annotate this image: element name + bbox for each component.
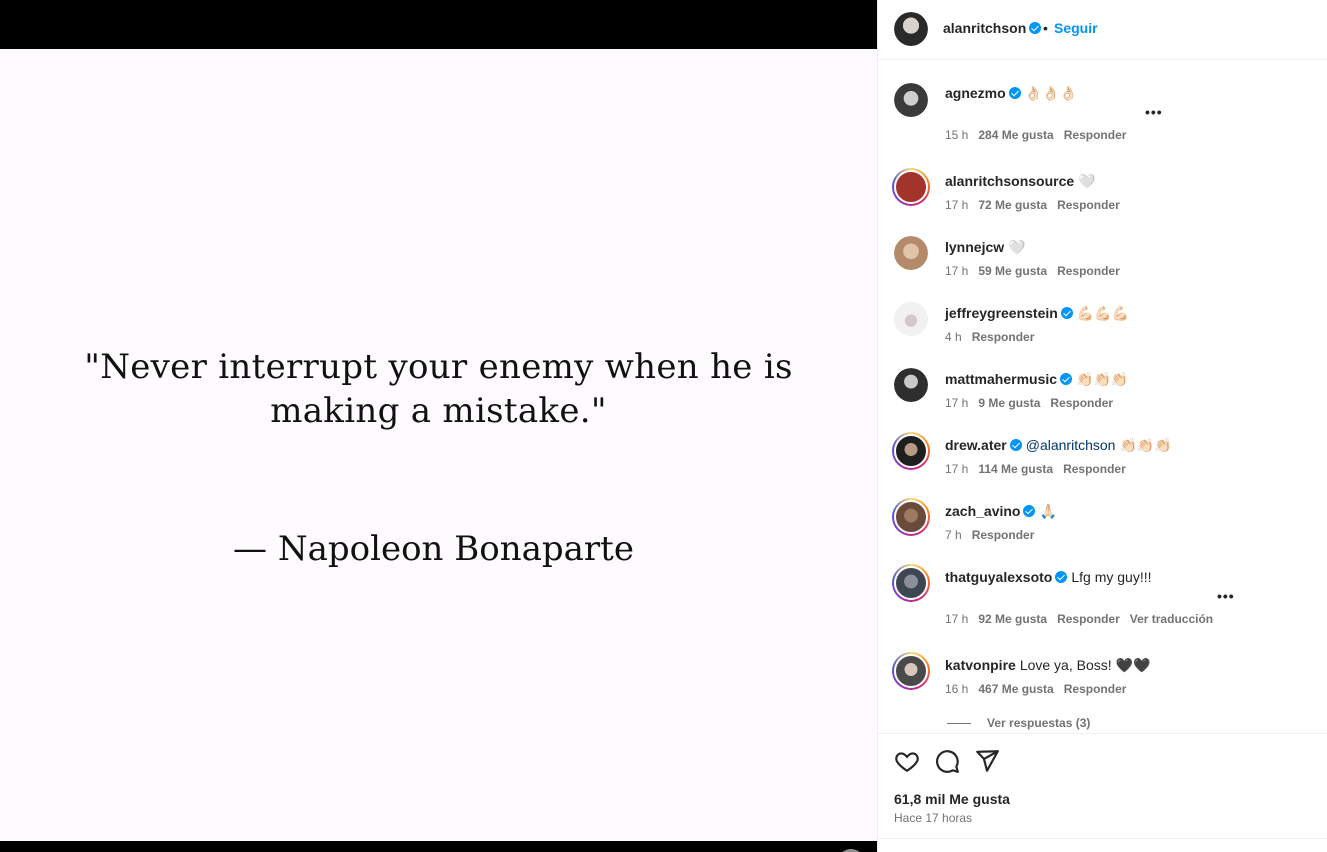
- comment-text: 🤍: [1008, 239, 1026, 255]
- commenter-username[interactable]: jeffreygreenstein: [945, 305, 1058, 321]
- view-replies-label: Ver respuestas (3): [987, 716, 1091, 730]
- commenter-avatar[interactable]: [892, 432, 930, 470]
- verified-badge-icon: [1023, 505, 1036, 517]
- comment-icon[interactable]: [934, 748, 960, 774]
- verified-badge-icon: [1008, 87, 1021, 99]
- commenter-avatar[interactable]: [894, 368, 928, 402]
- comment-likes[interactable]: 467 Me gusta: [978, 682, 1053, 696]
- follow-button[interactable]: Seguir: [1054, 20, 1098, 36]
- comment-time: 16 h: [945, 682, 969, 696]
- comment-mention[interactable]: @alanritchson: [1026, 437, 1116, 453]
- reply-button[interactable]: Responder: [1064, 682, 1127, 696]
- view-replies-button[interactable]: Ver respuestas (3): [947, 716, 1090, 730]
- post-footer: 61,8 mil Me gusta Hace 17 horas: [878, 733, 1327, 852]
- heart-icon[interactable]: [894, 748, 920, 774]
- verified-badge-icon: [1055, 571, 1068, 583]
- comment-time: 17 h: [945, 612, 969, 626]
- commenter-username[interactable]: drew.ater: [945, 437, 1007, 453]
- translate-button[interactable]: Ver traducción: [1130, 612, 1213, 626]
- comment-text: 👏🏻👏🏻👏🏻: [1119, 437, 1172, 453]
- more-options-icon[interactable]: •••: [1217, 588, 1235, 604]
- verified-badge-icon: [1009, 439, 1022, 451]
- reply-button[interactable]: Responder: [1063, 462, 1126, 476]
- share-icon[interactable]: [974, 748, 1000, 774]
- comment-time: 17 h: [945, 198, 969, 212]
- author-avatar[interactable]: [894, 12, 928, 46]
- quote-text: "Never interrupt your enemy when he is m…: [84, 347, 793, 431]
- comment-likes[interactable]: 284 Me gusta: [978, 128, 1053, 142]
- reply-button[interactable]: Responder: [1057, 264, 1120, 278]
- comment-time: 4 h: [945, 330, 962, 344]
- quote-author: — Napoleon Bonaparte: [233, 529, 634, 569]
- comment-likes[interactable]: 59 Me gusta: [978, 264, 1047, 278]
- reply-button[interactable]: Responder: [1057, 198, 1120, 212]
- comment-likes[interactable]: 72 Me gusta: [978, 198, 1047, 212]
- comment-time: 17 h: [945, 396, 969, 410]
- post-image: "Never interrupt your enemy when he is m…: [0, 49, 877, 852]
- reply-button[interactable]: Responder: [972, 528, 1035, 542]
- commenter-avatar[interactable]: [892, 564, 930, 602]
- comment-text: 💪🏻💪🏻💪🏻: [1076, 305, 1130, 321]
- reply-button[interactable]: Responder: [972, 330, 1035, 344]
- comment-text: Love ya, Boss! 🖤🖤: [1019, 657, 1151, 673]
- post-media[interactable]: "Never interrupt your enemy when he is m…: [0, 0, 877, 852]
- commenter-username[interactable]: lynnejcw: [945, 239, 1004, 255]
- comment-text: 🙏🏻: [1039, 503, 1057, 519]
- reply-button[interactable]: Responder: [1064, 128, 1127, 142]
- commenter-avatar[interactable]: [894, 302, 928, 336]
- comment-likes[interactable]: 9 Me gusta: [978, 396, 1040, 410]
- reply-button[interactable]: Responder: [1050, 396, 1113, 410]
- verified-badge-icon: [1060, 373, 1073, 385]
- commenter-avatar[interactable]: [894, 83, 928, 117]
- commenter-avatar[interactable]: [892, 168, 930, 206]
- post-likes-count[interactable]: 61,8 mil Me gusta: [894, 791, 1010, 807]
- commenter-username[interactable]: thatguyalexsoto: [945, 569, 1052, 585]
- commenter-username[interactable]: zach_avino: [945, 503, 1020, 519]
- comment-time: 7 h: [945, 528, 962, 542]
- post-timestamp[interactable]: Hace 17 horas: [894, 811, 972, 825]
- comment-likes[interactable]: 114 Me gusta: [978, 462, 1053, 476]
- post-sidebar: alanritchson • Seguir agnezmo 👌🏻👌🏻👌🏻 ••• …: [877, 0, 1327, 852]
- commenter-avatar[interactable]: [892, 498, 930, 536]
- reply-button[interactable]: Responder: [1057, 612, 1120, 626]
- comment-text: 👌🏻👌🏻👌🏻: [1024, 85, 1077, 101]
- separator-dot: •: [1043, 20, 1048, 36]
- verified-badge-icon: [1060, 307, 1073, 319]
- comment-text: 🤍: [1078, 173, 1096, 189]
- commenter-username[interactable]: mattmahermusic: [945, 371, 1057, 387]
- commenter-username[interactable]: katvonpire: [945, 657, 1016, 673]
- footer-divider: [878, 838, 1327, 839]
- post-header: alanritchson • Seguir: [878, 0, 1327, 60]
- comment-likes[interactable]: 92 Me gusta: [978, 612, 1047, 626]
- comment-time: 17 h: [945, 264, 969, 278]
- verified-badge-icon: [1029, 22, 1042, 34]
- more-options-icon[interactable]: •••: [1145, 104, 1163, 120]
- comment-time: 15 h: [945, 128, 969, 142]
- instagram-post-viewer: "Never interrupt your enemy when he is m…: [0, 0, 1327, 852]
- comments-list[interactable]: agnezmo 👌🏻👌🏻👌🏻 ••• 15 h 284 Me gusta Respon…: [878, 60, 1327, 733]
- comment-time: 17 h: [945, 462, 969, 476]
- comment-text: Lfg my guy!!!: [1071, 569, 1152, 585]
- author-username[interactable]: alanritchson: [943, 20, 1026, 36]
- replies-divider: [947, 723, 971, 725]
- commenter-username[interactable]: alanritchsonsource: [945, 173, 1074, 189]
- commenter-avatar[interactable]: [892, 652, 930, 690]
- commenter-avatar[interactable]: [894, 236, 928, 270]
- action-bar: [894, 748, 1000, 774]
- commenter-username[interactable]: agnezmo: [945, 85, 1006, 101]
- comment-text: 👏🏻👏🏻👏🏻: [1076, 371, 1129, 387]
